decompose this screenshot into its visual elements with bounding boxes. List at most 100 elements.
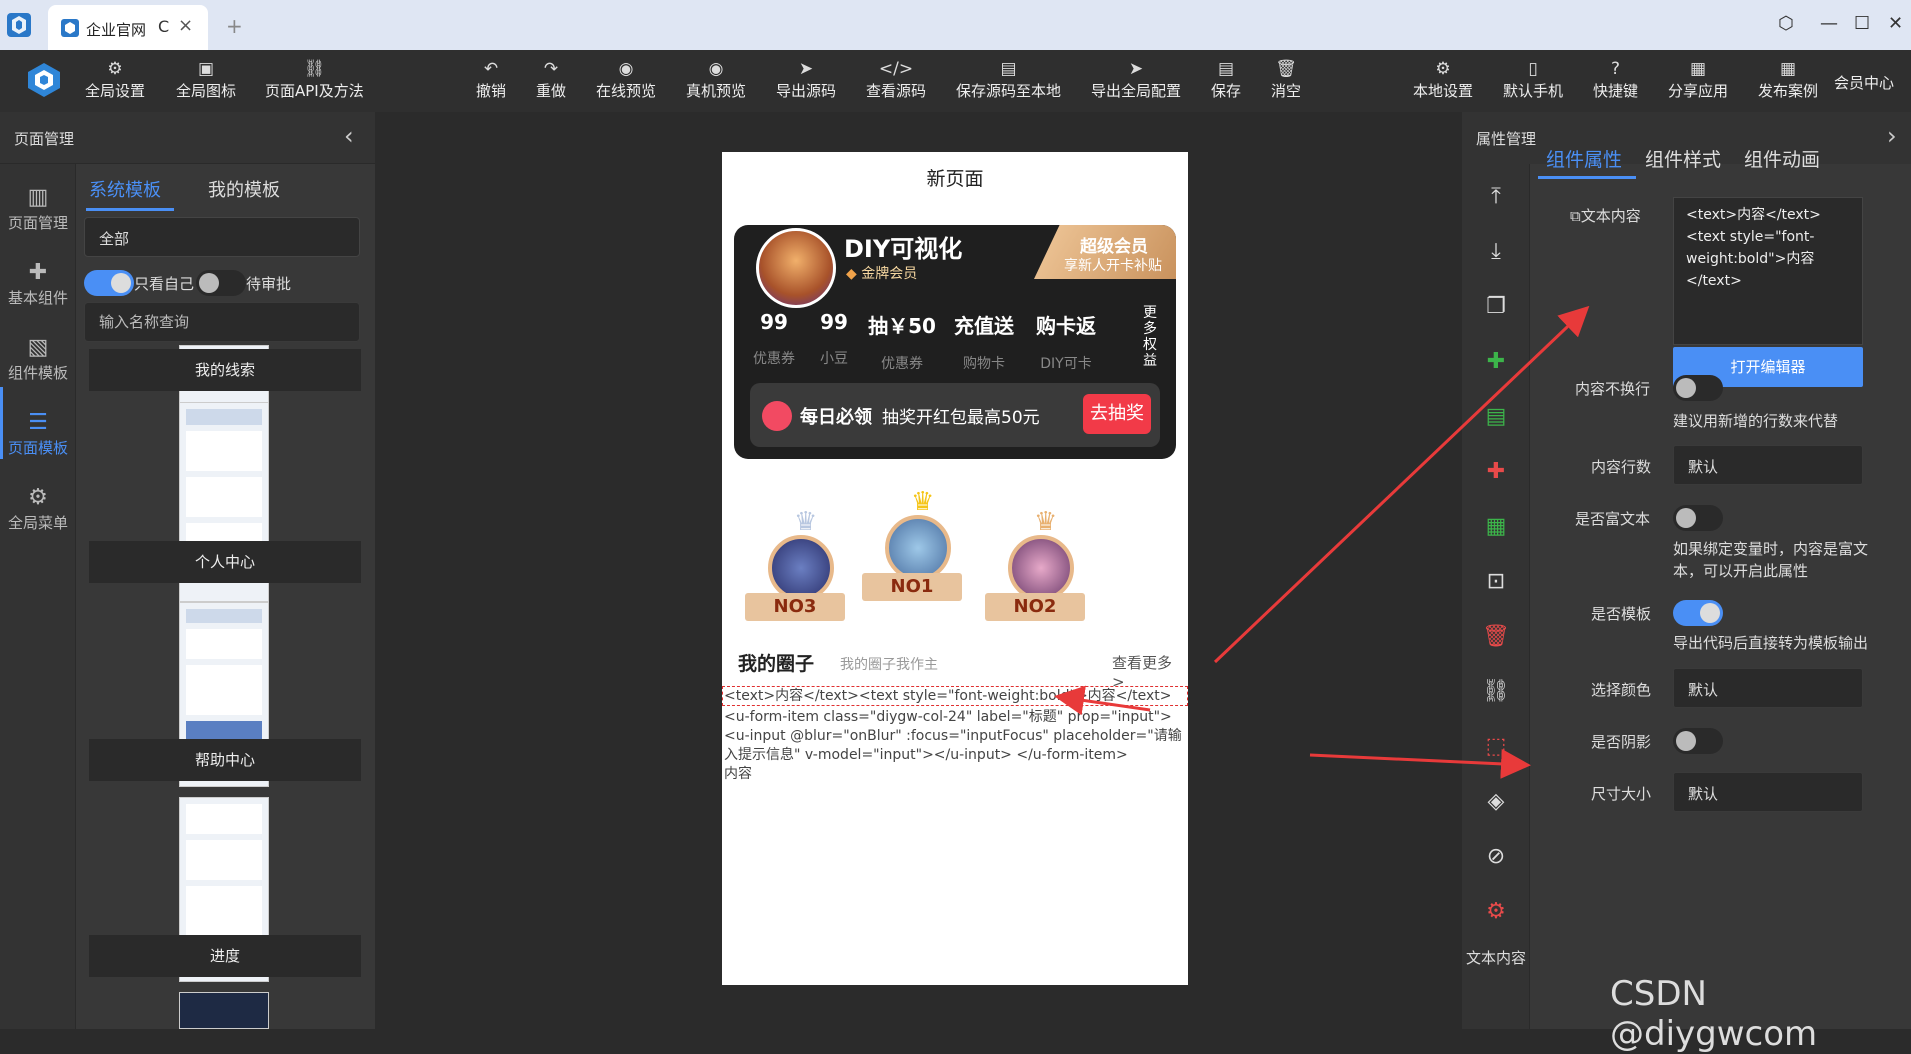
- undo-button[interactable]: ↶ 撤销: [476, 58, 506, 101]
- window-close-icon[interactable]: ✕: [1888, 13, 1903, 34]
- refresh-icon[interactable]: C: [158, 17, 169, 36]
- export-global-config-button[interactable]: ➤ 导出全局配置: [1091, 58, 1181, 101]
- template-icon: ▧: [27, 335, 49, 360]
- eye-icon: ◉: [618, 59, 634, 79]
- save-source-local-label: 保存源码至本地: [956, 82, 1062, 100]
- template-thumb-next[interactable]: [179, 992, 269, 1029]
- tab-close-icon[interactable]: ×: [178, 15, 193, 36]
- minimize-icon[interactable]: —: [1820, 13, 1838, 34]
- vip-card[interactable]: DIY可视化 ◆ 金牌会员 超级会员 享新人开卡补贴 99 优惠券 99 小豆 抽￥…: [734, 225, 1176, 459]
- local-settings-button[interactable]: ⚙ 本地设置: [1413, 58, 1473, 101]
- send-icon: ➤: [798, 59, 814, 79]
- global-icons-button[interactable]: ▣ 全局图标: [176, 58, 236, 101]
- template-progress[interactable]: 进度: [89, 935, 361, 977]
- tab-logo-icon: [61, 19, 79, 37]
- device-preview-button[interactable]: ◉ 真机预览: [686, 58, 746, 101]
- doc-add-icon[interactable]: ▦: [1462, 514, 1530, 539]
- tab-component-animation[interactable]: 组件动画: [1744, 145, 1820, 172]
- new-tab-icon[interactable]: +: [226, 14, 243, 38]
- right-tab-underline: [1538, 176, 1636, 179]
- super-member-tag[interactable]: 超级会员 享新人开卡补贴: [1034, 225, 1176, 279]
- lottery-button[interactable]: 去抽奖: [1083, 394, 1151, 434]
- size-select[interactable]: 默认 ⌄: [1673, 772, 1863, 812]
- rich-text-label: 是否富文本: [1575, 510, 1651, 528]
- only-mine-toggle[interactable]: [84, 270, 134, 296]
- trash-icon[interactable]: 🗑: [1462, 624, 1530, 649]
- nav-global-menu[interactable]: ⚙ 全局菜单: [0, 484, 76, 533]
- lines-select[interactable]: 默认 ⌄: [1673, 445, 1863, 485]
- rank-item[interactable]: ♛ NO2: [980, 507, 1090, 647]
- stat-item[interactable]: 充值送 购物卡: [944, 310, 1024, 373]
- nav-page-manage[interactable]: ▥ 页面管理: [0, 184, 76, 233]
- tab-system-templates[interactable]: 系统模板: [89, 176, 161, 202]
- page-api-button[interactable]: ⛓ 页面API及方法: [265, 58, 364, 101]
- category-select[interactable]: 全部 ⌄: [84, 217, 360, 257]
- text-content-textarea[interactable]: <text>内容</text><text style="font-weight:…: [1673, 197, 1863, 345]
- move-top-icon[interactable]: ⤒: [1462, 184, 1530, 209]
- undo-icon: ↶: [483, 59, 499, 79]
- share-app-button[interactable]: ▦ 分享应用: [1668, 58, 1728, 101]
- nav-page-templates[interactable]: ☰ 页面模板: [0, 409, 76, 458]
- rich-text-toggle[interactable]: [1673, 505, 1723, 531]
- select-box-icon[interactable]: ⬚: [1462, 734, 1530, 759]
- link-icon[interactable]: ⛓: [1462, 679, 1530, 704]
- default-phone-button[interactable]: ▯ 默认手机: [1503, 58, 1563, 101]
- daily-reward-bar[interactable]: 每日必领 抽奖开红包最高50元 去抽奖: [750, 383, 1160, 447]
- template-label: 我的线索: [194, 361, 255, 379]
- template-search-input[interactable]: [84, 302, 360, 342]
- doc-icon[interactable]: ▤: [1462, 404, 1530, 429]
- view-source-button[interactable]: </> 查看源码: [866, 58, 926, 101]
- tab-my-templates[interactable]: 我的模板: [208, 176, 280, 202]
- chevron-down-icon: ⌄: [1688, 452, 1702, 471]
- floppy-icon: ▤: [1000, 59, 1017, 79]
- tab-component-props[interactable]: 组件属性: [1546, 145, 1622, 172]
- color-select[interactable]: 默认 ⌄: [1673, 668, 1863, 708]
- nav-basic-components[interactable]: ✚ 基本组件: [0, 259, 76, 308]
- page-title: 新页面: [926, 168, 984, 190]
- browser-tab[interactable]: 企业官网 C ×: [48, 5, 208, 50]
- redo-button[interactable]: ↷ 重做: [536, 58, 566, 101]
- export-source-label: 导出源码: [776, 82, 837, 100]
- text-content-nav[interactable]: 文本内容: [1462, 948, 1530, 968]
- publish-icon: ▦: [1779, 59, 1797, 79]
- copy-icon[interactable]: ❐: [1462, 294, 1530, 319]
- clear-button[interactable]: 🗑 消空: [1271, 58, 1301, 101]
- rank-item[interactable]: ♛ NO1: [857, 487, 967, 627]
- no-wrap-toggle[interactable]: [1673, 375, 1723, 401]
- puzzle-icon: ✚: [28, 260, 48, 285]
- stat-item[interactable]: 抽￥50 优惠券: [862, 310, 942, 373]
- shortcuts-button[interactable]: ? 快捷键: [1593, 58, 1638, 101]
- stat-item[interactable]: 购卡返 DIY可卡: [1026, 310, 1106, 373]
- template-profile[interactable]: 个人中心: [89, 541, 361, 583]
- collapse-left-icon[interactable]: ‹: [344, 122, 354, 150]
- more-benefits[interactable]: 更多权益: [1138, 305, 1162, 369]
- save-button[interactable]: ▤ 保存: [1211, 58, 1241, 101]
- hide-icon[interactable]: ⊘: [1462, 844, 1530, 869]
- tab-component-style[interactable]: 组件样式: [1645, 145, 1721, 172]
- collapse-right-icon[interactable]: ›: [1887, 122, 1897, 150]
- rank-item[interactable]: ♛ NO3: [740, 507, 850, 647]
- shadow-toggle[interactable]: [1673, 728, 1723, 754]
- settings-icon[interactable]: ⚙: [1462, 899, 1530, 924]
- puzzle-remove-icon[interactable]: ✚: [1462, 459, 1530, 484]
- nav-component-templates[interactable]: ▧ 组件模板: [0, 334, 76, 383]
- maximize-icon[interactable]: ☐: [1854, 13, 1870, 34]
- undo-label: 撤销: [476, 82, 507, 100]
- save-source-local-button[interactable]: ▤ 保存源码至本地: [956, 58, 1061, 101]
- template-search-field[interactable]: [85, 303, 359, 341]
- global-settings-button[interactable]: ⚙ 全局设置: [85, 58, 145, 101]
- settings-hex-icon[interactable]: ⬡: [1778, 13, 1794, 34]
- selected-text-component[interactable]: <text>内容</text><text style="font-weight:…: [722, 686, 1188, 706]
- unlock-icon[interactable]: ⊡: [1462, 569, 1530, 594]
- template-toggle[interactable]: [1673, 600, 1723, 626]
- template-help[interactable]: 帮助中心: [89, 739, 361, 781]
- export-source-button[interactable]: ➤ 导出源码: [776, 58, 836, 101]
- puzzle-add-icon[interactable]: ✚: [1462, 349, 1530, 374]
- layers-icon[interactable]: ◈: [1462, 789, 1530, 814]
- template-leads[interactable]: 我的线索: [89, 349, 361, 391]
- online-preview-button[interactable]: ◉ 在线预览: [596, 58, 656, 101]
- member-center-button[interactable]: 会员中心: [1834, 72, 1894, 93]
- pending-toggle[interactable]: [196, 270, 246, 296]
- move-bottom-icon[interactable]: ⤓: [1462, 239, 1530, 264]
- publish-case-button[interactable]: ▦ 发布案例: [1758, 58, 1818, 101]
